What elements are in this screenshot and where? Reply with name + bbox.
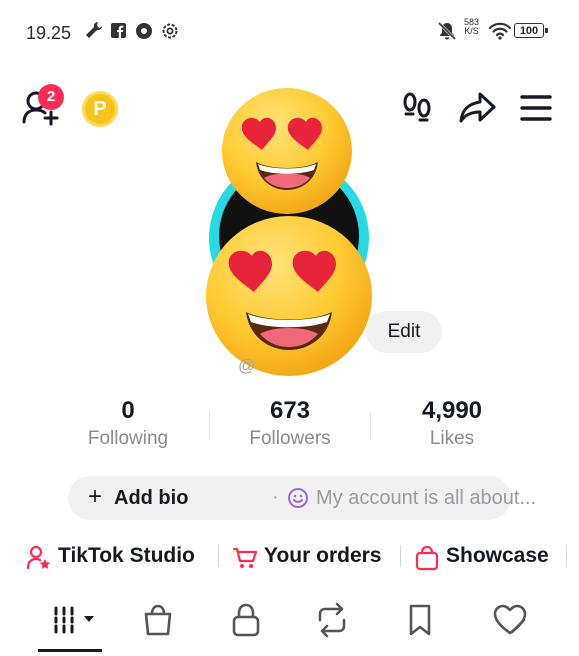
likes-count: 4,990 [421, 397, 483, 424]
quick-link-divider [400, 545, 401, 567]
profile-handle: @ [238, 356, 256, 375]
status-bar: 19.25 583 K/S 100 [0, 0, 579, 64]
battery-indicator: 100 [514, 23, 548, 38]
profile-tab-bar [0, 590, 579, 656]
followers-count: 673 [269, 397, 311, 424]
settings-gear-icon [162, 23, 178, 39]
repost-icon[interactable] [312, 600, 352, 640]
person-star-icon [26, 545, 51, 570]
heart-eyes-emoji-icon [222, 88, 352, 214]
quick-link-divider [566, 545, 567, 567]
your-orders-link[interactable]: Your orders [232, 542, 392, 572]
bell-muted-icon [437, 21, 457, 41]
stat-divider [370, 412, 371, 440]
footprints-icon[interactable] [400, 90, 436, 126]
coin-letter: P [93, 98, 107, 120]
bio-separator: · [272, 486, 279, 508]
menu-icon[interactable] [518, 92, 554, 124]
plus-icon: + [88, 483, 103, 510]
wifi-icon [488, 22, 512, 40]
stat-followers[interactable]: 673 Followers [220, 396, 360, 452]
followers-label: Followers [249, 428, 331, 449]
add-bio-button[interactable]: + Add bio · My account is all about... [68, 476, 536, 520]
following-count: 0 [121, 397, 135, 424]
your-orders-label: Your orders [264, 544, 382, 567]
heart-eyes-emoji-icon [206, 216, 372, 376]
net-speed-unit: K/S [464, 26, 479, 36]
likes-label: Likes [429, 428, 475, 449]
bookmark-icon[interactable] [400, 600, 440, 640]
add-bio-label: Add bio [114, 487, 189, 509]
record-icon [136, 23, 152, 39]
bio-placeholder: My account is all about... [316, 487, 537, 509]
smile-icon [288, 488, 308, 508]
notification-badge: 2 [38, 84, 64, 110]
stat-divider [209, 412, 210, 440]
active-tab-indicator [38, 649, 102, 652]
shop-bag-icon[interactable] [138, 600, 178, 640]
status-time: 19.25 [26, 23, 72, 43]
showcase-label: Showcase [446, 544, 549, 567]
cart-icon [232, 547, 258, 568]
facebook-icon [111, 23, 126, 38]
edit-profile-button[interactable]: Edit [366, 311, 442, 353]
stat-following[interactable]: 0 Following [58, 396, 198, 452]
tiktok-studio-label: TikTok Studio [58, 544, 195, 567]
grid-icon[interactable] [50, 600, 102, 640]
quick-link-divider [218, 545, 219, 567]
lock-icon[interactable] [226, 600, 266, 640]
network-speed: 583 K/S [464, 18, 479, 36]
wrench-icon [86, 21, 103, 38]
following-label: Following [87, 428, 169, 449]
showcase-link[interactable]: Showcase [414, 542, 560, 572]
shopping-bag-icon [415, 545, 439, 571]
share-icon[interactable] [458, 88, 498, 128]
stat-likes[interactable]: 4,990 Likes [382, 396, 522, 452]
coin-button[interactable]: P [82, 91, 118, 127]
liked-heart-icon[interactable] [490, 600, 530, 640]
tiktok-studio-link[interactable]: TikTok Studio [26, 542, 208, 572]
